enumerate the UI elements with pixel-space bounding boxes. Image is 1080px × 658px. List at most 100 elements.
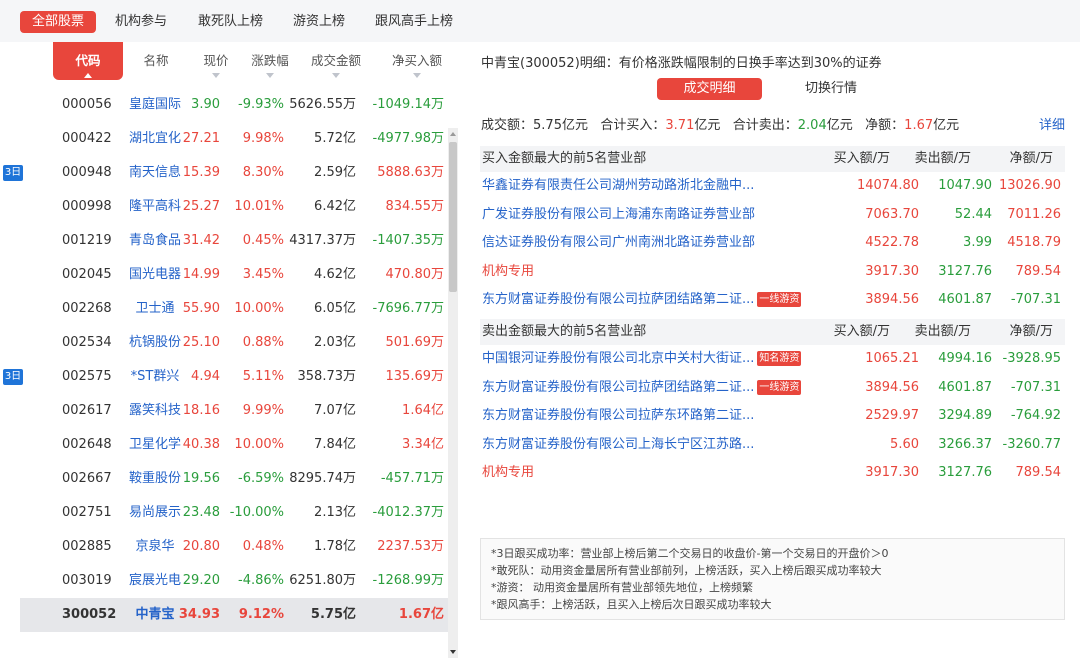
table-scrollbar[interactable] bbox=[448, 128, 458, 658]
broker-row[interactable]: 中国银河证券股份有限公司北京中关村大街证... 知名游资 1065.21 4994.1… bbox=[480, 345, 1065, 373]
broker-row[interactable]: 华鑫证券有限责任公司湖州劳动路浙北金融中... 14074.80 1047.90 13… bbox=[480, 172, 1065, 200]
header-price[interactable]: 现价 bbox=[196, 50, 236, 78]
broker-name[interactable]: 东方财富证券股份有限公司拉萨东环路第二证... bbox=[482, 402, 754, 430]
stock-name[interactable]: 卫士通 bbox=[124, 292, 186, 326]
stock-net-buy: 470.80万 bbox=[385, 267, 445, 282]
table-row[interactable]: 002268 卫士通 55.90 10.00% 6.05亿 -7696.77万 bbox=[20, 292, 456, 326]
stock-change: 0.48% bbox=[242, 539, 284, 554]
header-price-label: 现价 bbox=[203, 53, 229, 68]
table-row[interactable]: 001219 青岛食品 31.42 0.45% 4317.37万 -1407.35万 bbox=[20, 224, 456, 258]
broker-name[interactable]: 机构专用 bbox=[482, 459, 534, 487]
broker-name-text: 中国银河证券股份有限公司北京中关村大街证... bbox=[482, 351, 755, 366]
broker-sell: 3294.89 bbox=[938, 408, 992, 423]
tab-all-stocks[interactable]: 全部股票 bbox=[20, 11, 97, 33]
stock-net-buy: 834.55万 bbox=[385, 199, 445, 214]
table-row[interactable]: 002648 卫星化学 40.38 10.00% 7.84亿 3.34亿 bbox=[20, 428, 456, 462]
broker-buy: 14074.80 bbox=[856, 178, 919, 193]
tab-hot-money[interactable]: 游资上榜 bbox=[293, 11, 345, 33]
stock-name[interactable]: 皇庭国际 bbox=[124, 88, 186, 122]
three-day-badge: 3日 bbox=[3, 369, 23, 385]
table-row[interactable]: 300052 中青宝 34.93 9.12% 5.75亿 1.67亿 bbox=[20, 598, 456, 632]
header-code[interactable]: 代码 bbox=[53, 42, 123, 80]
stock-name[interactable]: 卫星化学 bbox=[124, 428, 186, 462]
broker-name[interactable]: 东方财富证券股份有限公司上海长宁区江苏路... bbox=[482, 431, 754, 459]
sort-down-icon bbox=[332, 73, 340, 78]
stock-name[interactable]: 杭锅股份 bbox=[124, 326, 186, 360]
stock-net-buy: -4977.98万 bbox=[372, 131, 444, 146]
table-row[interactable]: 000056 皇庭国际 3.90 -9.93% 5626.55万 -1049.14万 bbox=[20, 88, 456, 122]
table-row[interactable]: 003019 宸展光电 29.20 -4.86% 6251.80万 -1268.99万 bbox=[20, 564, 456, 598]
stock-amount: 4317.37万 bbox=[289, 233, 356, 248]
stock-name[interactable]: 易尚展示 bbox=[124, 496, 186, 530]
stock-name[interactable]: 南天信息 bbox=[124, 156, 186, 190]
stock-amount: 6251.80万 bbox=[289, 573, 356, 588]
more-detail-link[interactable]: 详细 bbox=[1039, 114, 1065, 133]
table-row[interactable]: 3日 002575 *ST群兴 4.94 5.11% 358.73万 135.69万 bbox=[3, 360, 456, 394]
table-row[interactable]: 002667 鞍重股份 19.56 -6.59% 8295.74万 -457.71万 bbox=[20, 462, 456, 496]
scroll-thumb[interactable] bbox=[449, 142, 457, 292]
broker-name[interactable]: 信达证券股份有限公司广州南洲北路证券营业部 bbox=[482, 229, 755, 257]
table-row[interactable]: 002534 杭锅股份 25.10 0.88% 2.03亿 501.69万 bbox=[20, 326, 456, 360]
broker-name[interactable]: 广发证券股份有限公司上海浦东南路证券营业部 bbox=[482, 201, 755, 229]
stock-name[interactable]: 青岛食品 bbox=[124, 224, 186, 258]
broker-name[interactable]: 华鑫证券有限责任公司湖州劳动路浙北金融中... bbox=[482, 172, 754, 200]
stock-net-buy: -7696.77万 bbox=[372, 301, 444, 316]
stock-name[interactable]: *ST群兴 bbox=[124, 360, 186, 394]
broker-row[interactable]: 机构专用 3917.30 3127.76 789.54 bbox=[480, 459, 1065, 487]
stock-change: -6.59% bbox=[238, 471, 284, 486]
broker-name[interactable]: 东方财富证券股份有限公司拉萨团结路第二证... 一线游资 bbox=[482, 286, 802, 314]
buy-section-header: 买入金额最大的前5名营业部 买入额/万 卖出额/万 净额/万 bbox=[480, 146, 1065, 172]
total-buy-label: 合计买入： bbox=[600, 118, 666, 133]
stock-code: 003019 bbox=[62, 573, 112, 588]
tab-institution[interactable]: 机构参与 bbox=[115, 11, 167, 33]
scroll-up-icon[interactable] bbox=[450, 132, 456, 136]
table-row[interactable]: 002045 国光电器 14.99 3.45% 4.62亿 470.80万 bbox=[20, 258, 456, 292]
table-row[interactable]: 002617 露笑科技 18.16 9.99% 7.07亿 1.64亿 bbox=[20, 394, 456, 428]
stock-net-buy: 501.69万 bbox=[385, 335, 445, 350]
stock-change: 10.00% bbox=[234, 437, 284, 452]
sort-down-icon bbox=[266, 73, 274, 78]
stock-amount: 7.07亿 bbox=[314, 403, 356, 418]
trade-detail-button[interactable]: 成交明细 bbox=[657, 78, 762, 100]
stock-name[interactable]: 宸展光电 bbox=[124, 564, 186, 598]
table-row[interactable]: 000998 隆平高科 25.27 10.01% 6.42亿 834.55万 bbox=[20, 190, 456, 224]
broker-name-text: 信达证券股份有限公司广州南洲北路证券营业部 bbox=[482, 235, 756, 250]
header-net[interactable]: 净买入额 bbox=[384, 50, 450, 78]
broker-row[interactable]: 东方财富证券股份有限公司拉萨团结路第二证... 一线游资 3894.56 4601.8… bbox=[480, 286, 1065, 314]
broker-row[interactable]: 东方财富证券股份有限公司上海长宁区江苏路... 5.60 3266.37 -3260.… bbox=[480, 431, 1065, 459]
broker-row[interactable]: 信达证券股份有限公司广州南洲北路证券营业部 4522.78 3.99 4518.79 bbox=[480, 229, 1065, 257]
stock-name[interactable]: 湖北宜化 bbox=[124, 122, 186, 156]
table-row[interactable]: 3日 000948 南天信息 15.39 8.30% 2.59亿 5888.63万 bbox=[3, 156, 456, 190]
stock-price: 18.16 bbox=[182, 403, 220, 418]
stock-price: 31.42 bbox=[182, 233, 220, 248]
stock-name[interactable]: 露笑科技 bbox=[124, 394, 186, 428]
stock-name[interactable]: 鞍重股份 bbox=[124, 462, 186, 496]
table-row[interactable]: 002885 京泉华 20.80 0.48% 1.78亿 2237.53万 bbox=[20, 530, 456, 564]
tab-dare-to-die[interactable]: 敢死队上榜 bbox=[198, 11, 263, 33]
header-change[interactable]: 涨跌幅 bbox=[246, 50, 294, 78]
stock-code: 002045 bbox=[62, 267, 112, 282]
stock-change: 9.98% bbox=[242, 131, 284, 146]
stock-name[interactable]: 京泉华 bbox=[124, 530, 186, 564]
tab-followers[interactable]: 跟风高手上榜 bbox=[375, 11, 453, 33]
broker-name[interactable]: 东方财富证券股份有限公司拉萨团结路第二证... 一线游资 bbox=[482, 374, 802, 402]
stock-name[interactable]: 国光电器 bbox=[124, 258, 186, 292]
switch-quote-button[interactable]: 切换行情 bbox=[805, 78, 857, 100]
header-name[interactable]: 名称 bbox=[130, 50, 182, 69]
stock-name[interactable]: 隆平高科 bbox=[124, 190, 186, 224]
broker-name[interactable]: 中国银河证券股份有限公司北京中关村大街证... 知名游资 bbox=[482, 345, 802, 373]
broker-row[interactable]: 东方财富证券股份有限公司拉萨团结路第二证... 一线游资 3894.56 4601.8… bbox=[480, 374, 1065, 402]
table-row[interactable]: 000422 湖北宜化 27.21 9.98% 5.72亿 -4977.98万 bbox=[20, 122, 456, 156]
broker-name[interactable]: 机构专用 bbox=[482, 258, 534, 286]
broker-row[interactable]: 广发证券股份有限公司上海浦东南路证券营业部 7063.70 52.44 7011.26 bbox=[480, 201, 1065, 229]
broker-row[interactable]: 机构专用 3917.30 3127.76 789.54 bbox=[480, 258, 1065, 286]
scroll-down-icon[interactable] bbox=[450, 650, 456, 654]
stock-name[interactable]: 中青宝 bbox=[124, 598, 186, 632]
broker-row[interactable]: 东方财富证券股份有限公司拉萨东环路第二证... 2529.97 3294.89 -76… bbox=[480, 402, 1065, 430]
stock-net-buy: -1268.99万 bbox=[372, 573, 444, 588]
header-amount[interactable]: 成交金额 bbox=[304, 50, 368, 78]
stock-code: 002617 bbox=[62, 403, 112, 418]
header-name-label: 名称 bbox=[143, 53, 169, 68]
stock-amount: 8295.74万 bbox=[289, 471, 356, 486]
table-row[interactable]: 002751 易尚展示 23.48 -10.00% 2.13亿 -4012.37万 bbox=[20, 496, 456, 530]
